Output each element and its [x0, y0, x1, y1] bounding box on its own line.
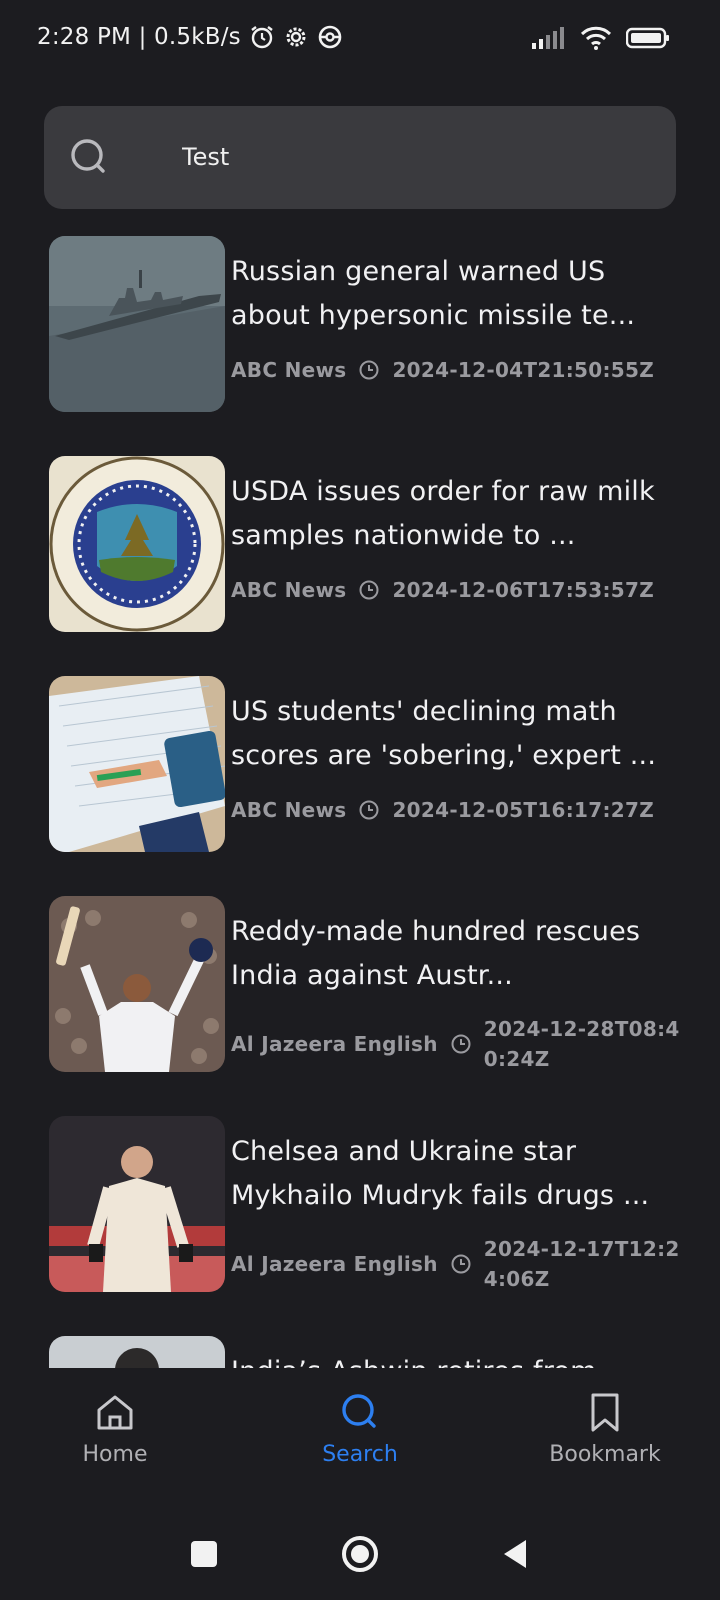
- clock-icon: [451, 1034, 471, 1054]
- clock-icon: [359, 360, 379, 380]
- article-source: ABC News: [231, 578, 347, 602]
- article-source: ABC News: [231, 358, 347, 382]
- nav-home-label: Home: [82, 1442, 148, 1467]
- article-date: 2024-12-17T12:24:06Z: [483, 1237, 680, 1291]
- back-icon[interactable]: [496, 1534, 536, 1574]
- article-date: 2024-12-04T21:50:55Z: [392, 358, 655, 382]
- nav-bookmark[interactable]: Bookmark: [505, 1390, 705, 1490]
- pokeball-icon: [318, 25, 342, 49]
- article-meta: Al Jazeera English 2024-12-28T08:40:24Z: [231, 1014, 681, 1074]
- article-thumbnail: [49, 676, 225, 852]
- article-title[interactable]: India’s Ashwin retires from: [231, 1350, 671, 1368]
- article-source: Al Jazeera English: [231, 1252, 438, 1276]
- article-source: Al Jazeera English: [231, 1032, 438, 1056]
- status-right: [532, 26, 670, 50]
- article-title[interactable]: Reddy-made hundred rescues India against…: [231, 910, 671, 998]
- recent-apps-icon[interactable]: [184, 1534, 224, 1574]
- nav-search[interactable]: Search: [260, 1390, 460, 1490]
- signal-icon: [532, 27, 564, 49]
- status-bar: 2:28 PM | 0.5kB/s: [0, 0, 720, 80]
- article-date: 2024-12-06T17:53:57Z: [392, 578, 655, 602]
- article-item[interactable]: USDA issues order for raw milk samples n…: [49, 456, 689, 632]
- search-icon: [342, 1394, 376, 1428]
- article-item[interactable]: Reddy-made hundred rescues India against…: [49, 896, 689, 1072]
- settings-icon: [286, 27, 306, 47]
- status-notification-icons: [249, 24, 343, 50]
- article-thumbnail: [49, 896, 225, 1072]
- nav-home[interactable]: Home: [15, 1390, 215, 1490]
- article-meta: ABC News 2024-12-05T16:17:27Z: [231, 798, 681, 822]
- nav-search-label: Search: [322, 1442, 398, 1467]
- search-input[interactable]: [182, 132, 642, 182]
- battery-icon: [626, 27, 669, 49]
- article-item[interactable]: US students' declining math scores are '…: [49, 676, 689, 852]
- article-meta: ABC News 2024-12-06T17:53:57Z: [231, 578, 681, 602]
- article-list[interactable]: Russian general warned US about hyperson…: [0, 236, 720, 1368]
- clock-icon: [359, 580, 379, 600]
- bottom-navigation: Home Search Bookmark: [0, 1368, 720, 1498]
- article-title[interactable]: Chelsea and Ukraine star Mykhailo Mudryk…: [231, 1130, 671, 1218]
- article-thumbnail: [49, 1336, 225, 1368]
- search-icon: [71, 139, 105, 173]
- status-left: 2:28 PM | 0.5kB/s: [37, 24, 343, 50]
- clock-icon: [359, 800, 379, 820]
- article-date: 2024-12-28T08:40:24Z: [483, 1017, 680, 1071]
- alarm-icon: [251, 26, 273, 49]
- article-thumbnail: [49, 456, 225, 632]
- article-meta: ABC News 2024-12-04T21:50:55Z: [231, 358, 681, 382]
- wifi-icon: [580, 26, 612, 50]
- article-item[interactable]: Russian general warned US about hyperson…: [49, 236, 689, 412]
- article-item[interactable]: India’s Ashwin retires from: [49, 1336, 689, 1368]
- article-source: ABC News: [231, 798, 347, 822]
- article-title[interactable]: US students' declining math scores are '…: [231, 690, 671, 778]
- home-button-icon[interactable]: [340, 1534, 380, 1574]
- home-icon: [97, 1395, 133, 1430]
- article-date: 2024-12-05T16:17:27Z: [392, 798, 655, 822]
- article-meta: Al Jazeera English 2024-12-17T12:24:06Z: [231, 1234, 681, 1294]
- status-time-speed: 2:28 PM | 0.5kB/s: [37, 24, 241, 50]
- search-field[interactable]: [44, 106, 676, 209]
- bookmark-icon: [591, 1393, 619, 1432]
- clock-icon: [451, 1254, 471, 1274]
- article-title[interactable]: USDA issues order for raw milk samples n…: [231, 470, 671, 558]
- system-navigation-bar: [0, 1498, 720, 1600]
- article-thumbnail: [49, 1116, 225, 1292]
- article-title[interactable]: Russian general warned US about hyperson…: [231, 250, 671, 338]
- nav-bookmark-label: Bookmark: [549, 1442, 661, 1467]
- article-item[interactable]: Chelsea and Ukraine star Mykhailo Mudryk…: [49, 1116, 689, 1292]
- article-thumbnail: [49, 236, 225, 412]
